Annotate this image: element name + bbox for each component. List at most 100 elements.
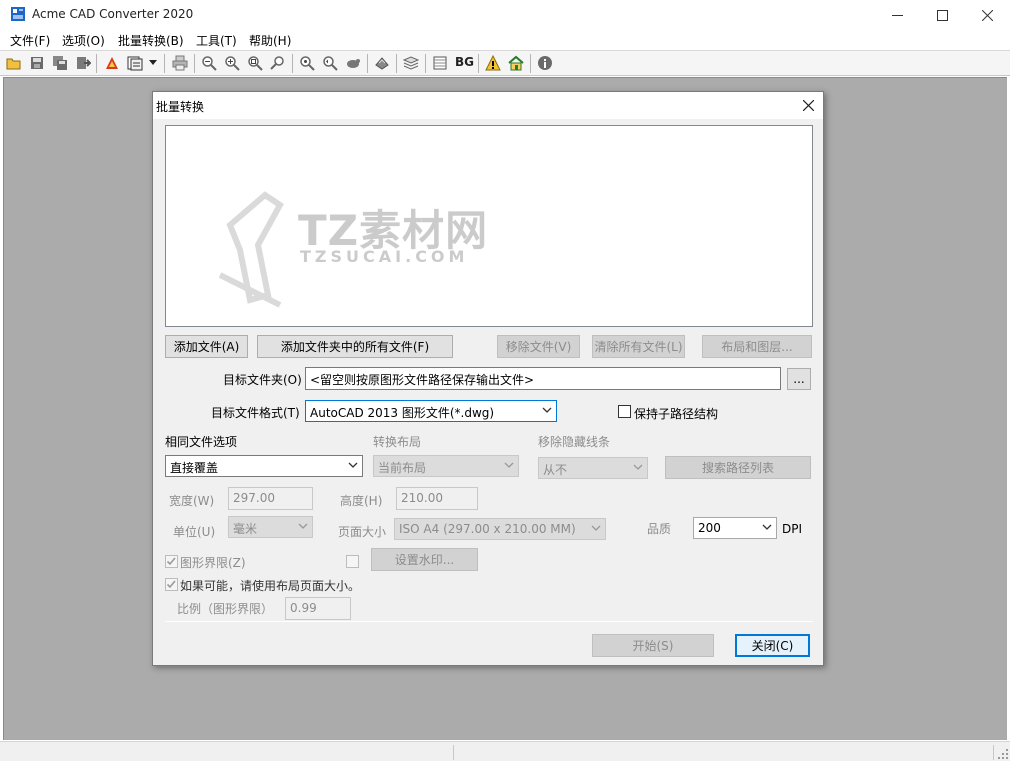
zoom-in-icon[interactable] [223,54,241,72]
status-separator [453,745,454,760]
save-all-icon[interactable] [51,54,69,72]
close-button[interactable]: 关闭(C) [735,634,810,657]
maximize-icon [936,9,948,21]
minimize-button[interactable] [874,0,920,30]
chevron-down-icon [633,464,643,470]
quality-select[interactable]: 200 [693,517,777,539]
background-toggle-button[interactable]: BG [455,55,474,69]
drawing-limits-label: 图形界限(Z) [180,556,246,570]
toolbar-separator [292,54,293,73]
add-file-button[interactable]: 添加文件(A) [165,335,248,358]
keep-subpath-checkbox[interactable] [618,405,631,418]
toolbar-separator [478,54,479,73]
menu-help[interactable]: 帮助(H) [249,32,291,49]
home-icon[interactable] [507,54,525,72]
menu-batch-convert[interactable]: 批量转换(B) [118,32,184,49]
set-watermark-button[interactable]: 设置水印... [371,548,478,571]
target-format-label: 目标文件格式(T) [211,406,300,420]
page-size-select[interactable]: ISO A4 (297.00 x 210.00 MM) [394,518,606,540]
export-icon[interactable] [74,54,92,72]
layers-tool-icon[interactable] [373,54,391,72]
remove-file-button[interactable]: 移除文件(V) [497,335,580,358]
toolbar-separator [164,54,165,73]
remove-hidden-lines-value: 从不 [543,463,568,477]
dialog-divider [165,621,813,622]
layouts-layers-button[interactable]: 布局和图层... [702,335,812,358]
status-separator [993,745,994,760]
zoom-previous-icon[interactable] [321,54,339,72]
search-path-list-button[interactable]: 搜索路径列表 [665,456,811,479]
unit-label: 单位(U) [173,525,216,539]
same-file-options-value: 直接覆盖 [170,461,219,475]
zoom-realtime-icon[interactable] [269,54,287,72]
quality-value: 200 [698,521,721,535]
drawing-limits-checkbox[interactable] [165,555,178,568]
zoom-out-icon[interactable] [200,54,218,72]
close-icon [802,99,814,111]
maximize-button[interactable] [919,0,965,30]
pan-icon[interactable] [344,54,362,72]
unit-value: 毫米 [233,522,258,536]
width-label: 宽度(W) [169,494,215,508]
watermark-checkbox[interactable] [346,555,359,568]
menu-tools[interactable]: 工具(T) [196,32,237,49]
same-file-options-label: 相同文件选项 [165,435,238,449]
target-folder-input[interactable]: <留空则按原图形文件路径保存输出文件> [305,367,781,390]
layers-icon[interactable] [402,54,420,72]
quality-label: 品质 [647,522,672,536]
close-icon [981,9,993,21]
toolbar-separator [96,54,97,73]
resize-grip-icon[interactable] [998,749,1008,759]
toolbar-separator [194,54,195,73]
toolbar-separator [367,54,368,73]
chevron-down-icon [298,523,308,529]
save-icon[interactable] [28,54,46,72]
browse-button[interactable]: ... [787,368,811,390]
convert-layout-value: 当前布局 [378,461,427,475]
status-bar [0,741,1010,761]
use-layout-size-checkbox[interactable] [165,578,178,591]
close-window-button[interactable] [964,0,1010,30]
keep-subpath-label: 保持子路径结构 [634,407,719,421]
scale-label: 比例（图形界限） [177,602,274,616]
file-list[interactable] [165,125,813,327]
convert-layout-select[interactable]: 当前布局 [373,455,519,477]
start-button[interactable]: 开始(S) [592,634,714,657]
batch-convert-icon[interactable] [126,54,144,72]
warning-icon[interactable] [484,54,502,72]
width-input[interactable]: 297.00 [228,487,313,510]
target-format-select[interactable]: AutoCAD 2013 图形文件(*.dwg) [305,400,557,422]
convert-layout-label: 转换布局 [373,435,422,449]
height-input[interactable]: 210.00 [396,487,478,510]
open-folder-icon[interactable] [5,54,23,72]
info-icon[interactable] [536,54,554,72]
scale-input[interactable]: 0.99 [285,597,351,620]
target-format-value: AutoCAD 2013 图形文件(*.dwg) [310,406,495,420]
add-folder-files-button[interactable]: 添加文件夹中的所有文件(F) [257,335,453,358]
page-size-value: ISO A4 (297.00 x 210.00 MM) [399,522,576,536]
clear-all-files-button[interactable]: 清除所有文件(L) [592,335,685,358]
menu-options[interactable]: 选项(O) [62,32,105,49]
title-bar: Acme CAD Converter 2020 [0,0,1010,30]
minimize-icon [891,14,903,16]
menu-file[interactable]: 文件(F) [10,32,50,49]
zoom-extents-icon[interactable] [298,54,316,72]
same-file-options-select[interactable]: 直接覆盖 [165,455,363,477]
zoom-window-icon[interactable] [246,54,264,72]
chevron-down-icon[interactable] [147,54,159,72]
height-label: 高度(H) [340,494,383,508]
remove-hidden-lines-select[interactable]: 从不 [538,457,648,479]
chevron-down-icon [348,462,358,468]
batch-convert-dialog: 批量转换 添加文件(A) 添加文件夹中的所有文件(F) 移除文件(V) 清除所有… [152,91,824,666]
checkmark-icon [166,580,176,589]
toolbar-separator [425,54,426,73]
unit-select[interactable]: 毫米 [228,516,313,538]
toolbar-separator [530,54,531,73]
chevron-down-icon [591,525,601,531]
target-folder-label: 目标文件夹(O) [223,373,302,387]
dialog-close-button[interactable] [799,96,817,114]
convert-icon[interactable] [103,54,121,72]
print-icon[interactable] [171,54,189,72]
dialog-title-bar: 批量转换 [153,92,823,119]
grid-icon[interactable] [431,54,449,72]
